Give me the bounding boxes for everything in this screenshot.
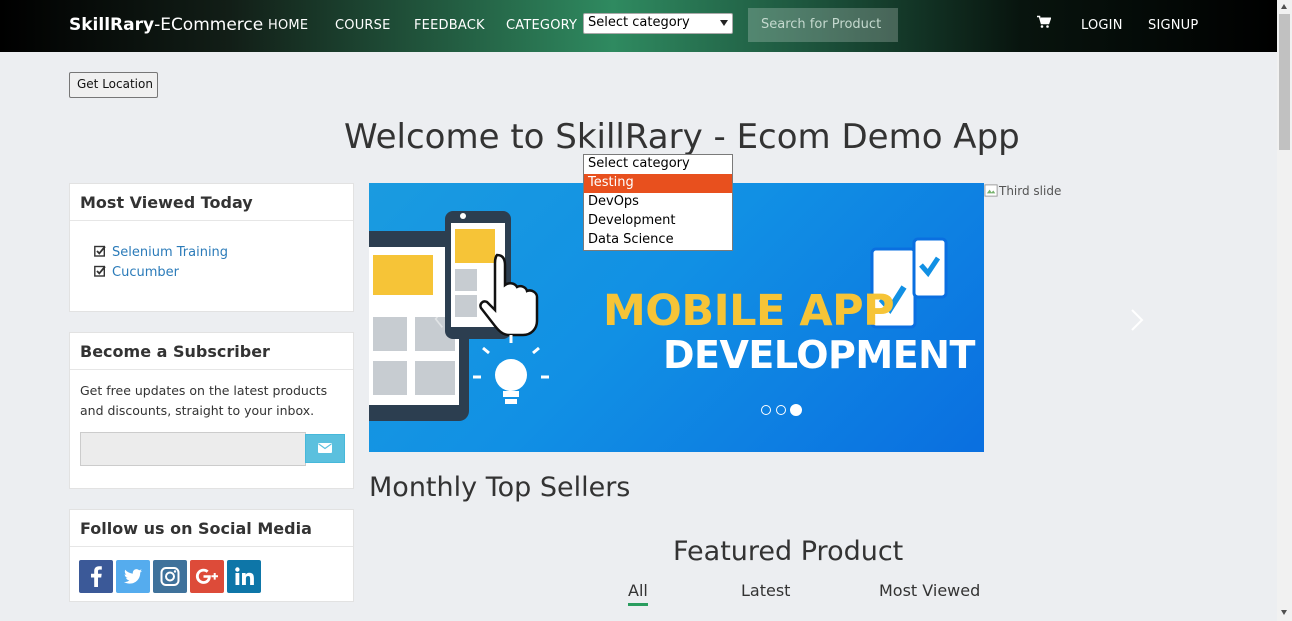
shopping-cart-icon[interactable]: [1037, 15, 1051, 29]
category-select[interactable]: Select category: [583, 13, 733, 34]
facebook-icon: [91, 566, 102, 587]
check-square-icon: [94, 265, 106, 277]
google-plus-icon: [195, 568, 218, 584]
scroll-up-icon[interactable]: [1281, 4, 1287, 9]
carousel-indicator[interactable]: [776, 405, 786, 415]
dropdown-option-data-science[interactable]: Data Science: [584, 231, 732, 250]
third-slide-image: Third slide: [984, 183, 1061, 198]
facebook-button[interactable]: [79, 560, 113, 593]
nav-signup[interactable]: SIGNUP: [1148, 18, 1198, 33]
tab-latest[interactable]: Latest: [741, 581, 790, 600]
tab-most-viewed[interactable]: Most Viewed: [879, 581, 980, 600]
nav-feedback[interactable]: FEEDBACK: [414, 18, 485, 33]
tab-all[interactable]: All: [628, 581, 648, 600]
dropdown-option-development[interactable]: Development: [584, 212, 732, 231]
google-plus-button[interactable]: [190, 560, 224, 593]
most-viewed-item[interactable]: Cucumber: [94, 265, 179, 280]
carousel-prev-icon[interactable]: [434, 309, 444, 329]
subscriber-panel: Become a Subscriber Get free updates on …: [69, 332, 354, 489]
carousel-indicator-active[interactable]: [790, 404, 802, 416]
check-square-icon: [94, 245, 106, 257]
instagram-button[interactable]: [153, 560, 187, 593]
scrollbar-thumb[interactable]: [1279, 14, 1290, 150]
most-viewed-panel: Most Viewed Today Selenium Training Cucu…: [69, 183, 354, 312]
subscribe-email-input[interactable]: [80, 432, 306, 466]
active-tab-indicator: [628, 603, 648, 606]
social-title: Follow us on Social Media: [70, 510, 353, 547]
nav-login[interactable]: LOGIN: [1081, 18, 1123, 33]
carousel-headline: MOBILE APP: [603, 286, 895, 336]
most-viewed-title: Most Viewed Today: [70, 184, 353, 221]
twitter-icon: [124, 569, 142, 584]
nav-course[interactable]: COURSE: [335, 18, 391, 33]
monthly-top-sellers-title: Monthly Top Sellers: [369, 472, 631, 503]
carousel-indicator[interactable]: [761, 405, 771, 415]
page-scrollbar[interactable]: [1277, 0, 1292, 621]
category-dropdown-list: Select category Testing DevOps Developme…: [583, 154, 733, 251]
linkedin-button[interactable]: [227, 560, 261, 593]
linkedin-icon: [235, 567, 254, 585]
instagram-icon: [160, 567, 180, 586]
broken-image-icon: [984, 184, 998, 197]
twitter-button[interactable]: [116, 560, 150, 593]
envelope-icon: [318, 443, 332, 453]
social-panel: Follow us on Social Media: [69, 509, 354, 602]
dropdown-option-select-category[interactable]: Select category: [584, 155, 732, 174]
nav-home[interactable]: HOME: [268, 18, 308, 33]
dropdown-option-testing[interactable]: Testing: [584, 174, 732, 193]
brand-logo[interactable]: SkillRary-ECommerce: [69, 15, 263, 35]
nav-category[interactable]: CATEGORY: [506, 18, 577, 33]
chevron-down-icon: [720, 20, 728, 26]
subscriber-title: Become a Subscriber: [70, 333, 353, 370]
page-title: Welcome to SkillRary - Ecom Demo App: [344, 117, 1020, 157]
featured-product-title: Featured Product: [673, 536, 904, 567]
search-input[interactable]: Search for Product: [748, 8, 898, 42]
top-navbar: SkillRary-ECommerce HOME COURSE FEEDBACK…: [0, 0, 1277, 52]
scroll-down-icon[interactable]: [1281, 610, 1287, 615]
most-viewed-item[interactable]: Selenium Training: [94, 245, 228, 260]
category-select-value: Select category: [588, 15, 690, 30]
carousel-next-icon[interactable]: [1128, 307, 1146, 333]
carousel-subheadline: DEVELOPMENT: [663, 333, 975, 377]
get-location-button[interactable]: Get Location: [69, 72, 158, 98]
subscriber-description: Get free updates on the latest products …: [80, 383, 328, 418]
subscribe-button[interactable]: [305, 434, 345, 463]
dropdown-option-devops[interactable]: DevOps: [584, 193, 732, 212]
